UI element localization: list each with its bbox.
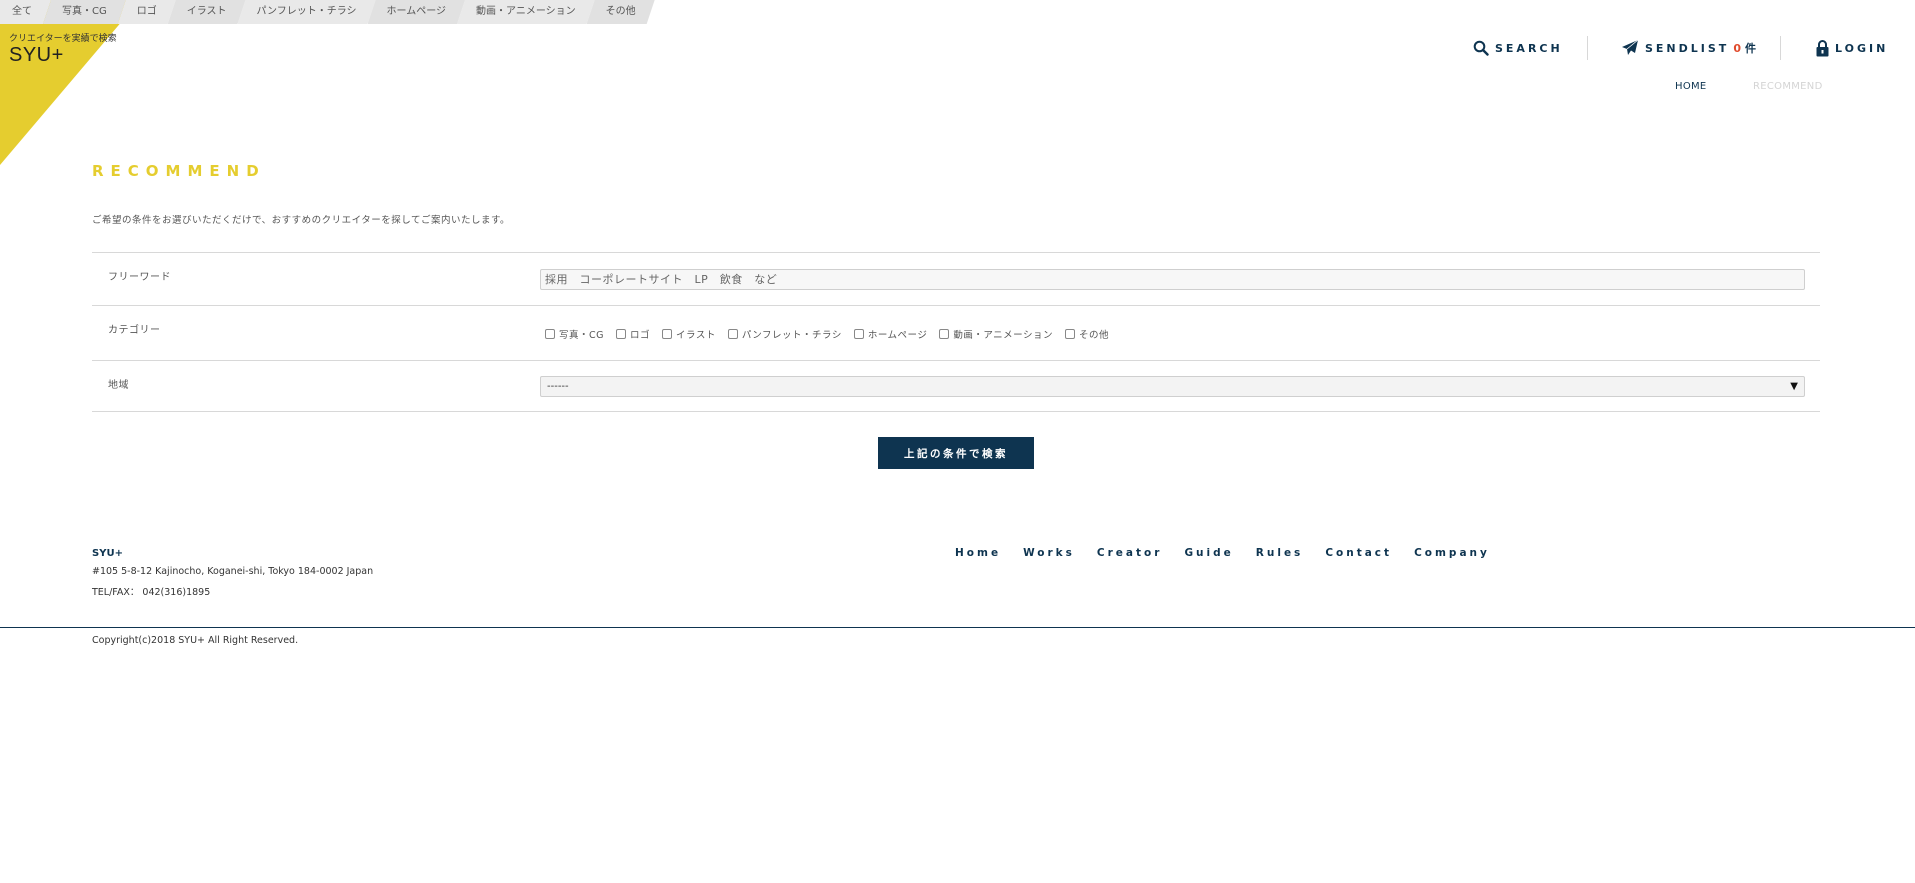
login-link[interactable]: LOGIN [1816, 38, 1888, 58]
checkbox-label: ホームページ [867, 330, 928, 341]
footer-link-contact[interactable]: Contact [1325, 547, 1392, 559]
footer-divider [0, 627, 1915, 628]
category-checkbox-group: 写真・CG ロゴ イラスト パンフレット・チラシ ホームページ 動画・アニメーシ… [545, 327, 1121, 341]
footer-link-rules[interactable]: Rules [1256, 547, 1304, 559]
header-divider [1587, 36, 1588, 60]
sendlist-label: SENDLIST [1645, 41, 1730, 55]
login-label: LOGIN [1835, 41, 1889, 55]
footer-link-creator[interactable]: Creator [1097, 547, 1163, 559]
category-checkbox-homepage[interactable]: ホームページ [853, 327, 928, 341]
footer-link-company[interactable]: Company [1414, 547, 1490, 559]
category-checkbox-video[interactable]: 動画・アニメーション [939, 327, 1053, 341]
checkbox[interactable] [727, 329, 738, 339]
breadcrumb-home[interactable]: HOME [1675, 81, 1707, 92]
checkbox[interactable] [545, 329, 555, 339]
top-nav-item-illustration[interactable]: イラスト [168, 0, 246, 24]
sendlist-link[interactable]: SENDLIST 0 件 [1622, 38, 1759, 58]
top-nav-item-video[interactable]: 動画・アニメーション [457, 0, 595, 24]
logo[interactable]: SYU+ [9, 44, 64, 67]
search-link-label: SEARCH [1495, 41, 1563, 55]
checkbox-label: 写真・CG [559, 330, 604, 341]
category-checkbox-pamphlet[interactable]: パンフレット・チラシ [727, 327, 842, 341]
sendlist-unit: 件 [1744, 42, 1759, 55]
footer-link-home[interactable]: Home [955, 547, 1001, 559]
search-submit-button[interactable]: 上記の条件で検索 [878, 437, 1034, 469]
category-checkbox-illustration[interactable]: イラスト [662, 327, 716, 341]
checkbox-label: ロゴ [630, 330, 651, 341]
logo-tagline: クリエイターを実績で検索 [9, 34, 117, 44]
paper-plane-icon [1622, 40, 1639, 55]
footer-link-guide[interactable]: Guide [1184, 547, 1233, 559]
page-title: RECOMMEND [92, 162, 266, 180]
freeword-label: フリーワード [108, 272, 171, 283]
checkbox[interactable] [853, 329, 864, 339]
search-icon [1473, 40, 1489, 56]
category-top-nav: 全て 写真・CG ロゴ イラスト パンフレット・チラシ ホームページ 動画・アニ… [0, 0, 647, 24]
lock-icon [1816, 39, 1829, 56]
footer-brand: SYU+ [92, 548, 123, 559]
checkbox-label: イラスト [676, 330, 716, 341]
logo-triangle [0, 0, 140, 165]
top-nav-item-all[interactable]: 全て [0, 0, 51, 24]
category-checkbox-photo-cg[interactable]: 写真・CG [545, 327, 604, 341]
checkbox-label: その他 [1079, 330, 1110, 341]
footer-link-works[interactable]: Works [1023, 547, 1075, 559]
header-divider [1780, 36, 1781, 60]
checkbox[interactable] [939, 329, 950, 339]
recommend-form: フリーワード 採用 コーポレートサイト LP 飲食 など カテゴリー 写真・CG… [92, 252, 1820, 412]
checkbox-label: 動画・アニメーション [953, 330, 1053, 341]
top-nav-item-pamphlet[interactable]: パンフレット・チラシ [238, 0, 376, 24]
footer-tel: TEL/FAX： 042(316)1895 [92, 587, 211, 598]
dropdown-arrow-icon: ▼ [1790, 381, 1798, 392]
top-nav-item-photo-cg[interactable]: 写真・CG [43, 0, 126, 24]
region-select[interactable]: ------ ▼ [540, 376, 1805, 397]
region-label: 地域 [108, 380, 129, 391]
footer-address: #105 5-8-12 Kajinocho, Koganei-shi, Toky… [92, 566, 374, 577]
category-checkbox-logo[interactable]: ロゴ [616, 327, 650, 341]
category-label: カテゴリー [108, 325, 161, 336]
sendlist-count: 0 [1733, 41, 1741, 55]
freeword-input[interactable]: 採用 コーポレートサイト LP 飲食 など [540, 269, 1805, 290]
search-link[interactable]: SEARCH [1473, 38, 1563, 58]
copyright: Copyright(c)2018 SYU+ All Right Reserved… [92, 635, 299, 646]
region-row: 地域 ------ ▼ [92, 360, 1820, 412]
checkbox[interactable] [662, 329, 673, 339]
intro-text: ご希望の条件をお選びいただくだけで、おすすめのクリエイターを探してご案内いたしま… [92, 215, 511, 226]
footer-nav: Home Works Creator Guide Rules Contact C… [955, 547, 1512, 559]
category-row: カテゴリー 写真・CG ロゴ イラスト パンフレット・チラシ ホームページ 動画… [92, 305, 1820, 360]
freeword-row: フリーワード 採用 コーポレートサイト LP 飲食 など [92, 252, 1820, 305]
top-nav-item-logo[interactable]: ロゴ [118, 0, 176, 24]
checkbox-label: パンフレット・チラシ [741, 330, 842, 341]
region-selected-value: ------ [547, 381, 569, 392]
top-nav-item-other[interactable]: その他 [587, 0, 655, 24]
category-checkbox-other[interactable]: その他 [1065, 327, 1109, 341]
checkbox[interactable] [1065, 329, 1075, 339]
checkbox[interactable] [616, 329, 626, 339]
top-nav-item-homepage[interactable]: ホームページ [368, 0, 466, 24]
breadcrumb-current: RECOMMEND [1753, 81, 1823, 92]
